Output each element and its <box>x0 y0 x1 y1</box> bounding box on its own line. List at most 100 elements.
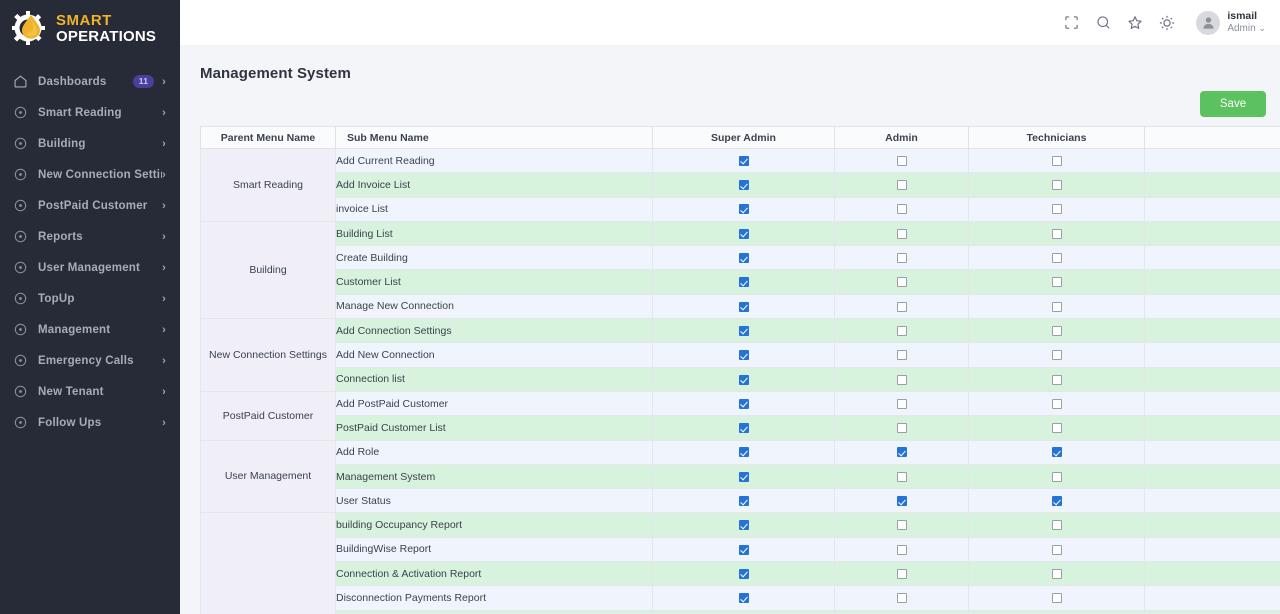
chevron-right-icon[interactable]: › <box>162 169 166 181</box>
fullscreen-icon[interactable] <box>1056 8 1086 38</box>
checkbox-admin[interactable] <box>896 277 907 288</box>
sidebar-item-dashboards[interactable]: Dashboards 11 › <box>0 66 180 97</box>
checkbox-admin[interactable] <box>896 350 907 361</box>
checkbox-technicians[interactable] <box>1051 520 1062 531</box>
sidebar-item-smart-reading[interactable]: Smart Reading › <box>0 97 180 128</box>
circle-dot-icon <box>12 384 28 400</box>
permission-cell-admin <box>834 147 969 174</box>
checkbox-admin[interactable] <box>896 253 907 264</box>
chevron-right-icon[interactable]: › <box>162 386 166 398</box>
checkbox-admin[interactable] <box>896 374 907 385</box>
chevron-right-icon[interactable]: › <box>162 231 166 243</box>
checkbox-super-admin[interactable] <box>738 496 749 507</box>
checkbox-admin[interactable] <box>896 496 907 507</box>
checkbox-technicians[interactable] <box>1051 228 1062 239</box>
checkbox-super-admin[interactable] <box>738 398 749 409</box>
chevron-right-icon[interactable]: › <box>162 355 166 367</box>
checkbox-technicians[interactable] <box>1051 374 1062 385</box>
checkbox-admin[interactable] <box>896 301 907 312</box>
sidebar-item-user-management[interactable]: User Management › <box>0 252 180 283</box>
chevron-right-icon[interactable]: › <box>162 293 166 305</box>
checkbox-super-admin[interactable] <box>738 520 749 531</box>
checkbox-super-admin[interactable] <box>738 471 749 482</box>
checkbox-admin[interactable] <box>896 544 907 555</box>
checkbox-technicians[interactable] <box>1051 593 1062 604</box>
user-profile-menu[interactable]: ismail Admin ⌄ <box>1196 10 1266 36</box>
search-icon[interactable] <box>1088 8 1118 38</box>
checkbox-super-admin[interactable] <box>738 593 749 604</box>
checkbox-technicians[interactable] <box>1051 471 1062 482</box>
chevron-right-icon[interactable]: › <box>162 417 166 429</box>
checkbox-technicians[interactable] <box>1051 204 1062 215</box>
checkbox-admin[interactable] <box>896 593 907 604</box>
checkbox-technicians[interactable] <box>1051 325 1062 336</box>
checkbox-super-admin[interactable] <box>738 447 749 458</box>
chevron-right-icon[interactable]: › <box>162 262 166 274</box>
sidebar-item-emergency-calls[interactable]: Emergency Calls › <box>0 345 180 376</box>
checkbox-admin[interactable] <box>896 228 907 239</box>
checkbox-technicians[interactable] <box>1051 180 1062 191</box>
checkbox-technicians[interactable] <box>1051 350 1062 361</box>
sidebar-item-new-connection-settings[interactable]: New Connection Settings› <box>0 159 180 190</box>
checkbox-admin[interactable] <box>896 471 907 482</box>
table-row: PostPaid Customer List <box>201 415 1280 441</box>
star-icon[interactable] <box>1120 8 1150 38</box>
brand-line-1: SMART <box>56 11 112 29</box>
sidebar-item-building[interactable]: Building › <box>0 128 180 159</box>
checkbox-technicians[interactable] <box>1051 423 1062 434</box>
checkbox-super-admin[interactable] <box>738 180 749 191</box>
permission-cell-technicians <box>968 439 1145 465</box>
checkbox-technicians[interactable] <box>1051 398 1062 409</box>
checkbox-technicians[interactable] <box>1051 496 1062 507</box>
checkbox-super-admin[interactable] <box>738 253 749 264</box>
checkbox-super-admin[interactable] <box>738 204 749 215</box>
sidebar-item-postpaid-customer[interactable]: PostPaid Customer › <box>0 190 180 221</box>
checkbox-admin[interactable] <box>896 520 907 531</box>
checkbox-super-admin[interactable] <box>738 155 749 166</box>
save-button[interactable]: Save <box>1200 91 1266 117</box>
chevron-right-icon[interactable]: › <box>162 138 166 150</box>
chevron-right-icon[interactable]: › <box>162 324 166 336</box>
sidebar-item-follow-ups[interactable]: Follow Ups › <box>0 407 180 438</box>
checkbox-admin[interactable] <box>896 398 907 409</box>
checkbox-super-admin[interactable] <box>738 568 749 579</box>
sidebar-item-topup[interactable]: TopUp › <box>0 283 180 314</box>
checkbox-admin[interactable] <box>896 155 907 166</box>
checkbox-technicians[interactable] <box>1051 301 1062 312</box>
checkbox-technicians[interactable] <box>1051 155 1062 166</box>
brand-logo[interactable]: SMART OPERATIONS <box>0 0 180 56</box>
checkbox-super-admin[interactable] <box>738 301 749 312</box>
brightness-icon[interactable] <box>1152 8 1182 38</box>
checkbox-super-admin[interactable] <box>738 325 749 336</box>
checkbox-admin[interactable] <box>896 180 907 191</box>
permission-cell-admin <box>834 609 969 614</box>
checkbox-technicians[interactable] <box>1051 544 1062 555</box>
chevron-right-icon[interactable]: › <box>162 76 166 88</box>
sub-menu-cell: Add Connection Settings <box>335 318 653 344</box>
checkbox-admin[interactable] <box>896 568 907 579</box>
sidebar-item-management[interactable]: Management › <box>0 314 180 345</box>
checkbox-technicians[interactable] <box>1051 447 1062 458</box>
checkbox-super-admin[interactable] <box>738 228 749 239</box>
checkbox-super-admin[interactable] <box>738 350 749 361</box>
checkbox-technicians[interactable] <box>1051 253 1062 264</box>
checkbox-super-admin[interactable] <box>738 277 749 288</box>
permission-cell-technicians <box>968 536 1145 563</box>
checkbox-admin[interactable] <box>896 423 907 434</box>
permissions-table: Parent Menu Name Sub Menu Name Super Adm… <box>200 126 1280 614</box>
checkbox-super-admin[interactable] <box>738 544 749 555</box>
sidebar-item-new-tenant[interactable]: New Tenant › <box>0 376 180 407</box>
checkbox-technicians[interactable] <box>1051 568 1062 579</box>
chevron-right-icon[interactable]: › <box>162 107 166 119</box>
sidebar-item-reports[interactable]: Reports › <box>0 221 180 252</box>
checkbox-admin[interactable] <box>896 204 907 215</box>
checkbox-admin[interactable] <box>896 447 907 458</box>
checkbox-super-admin[interactable] <box>738 423 749 434</box>
top-bar: ismail Admin ⌄ <box>180 0 1280 45</box>
permission-cell-admin <box>834 463 969 490</box>
checkbox-technicians[interactable] <box>1051 277 1062 288</box>
chevron-right-icon[interactable]: › <box>162 200 166 212</box>
checkbox-admin[interactable] <box>896 325 907 336</box>
permission-cell-admin <box>834 293 969 320</box>
checkbox-super-admin[interactable] <box>738 374 749 385</box>
